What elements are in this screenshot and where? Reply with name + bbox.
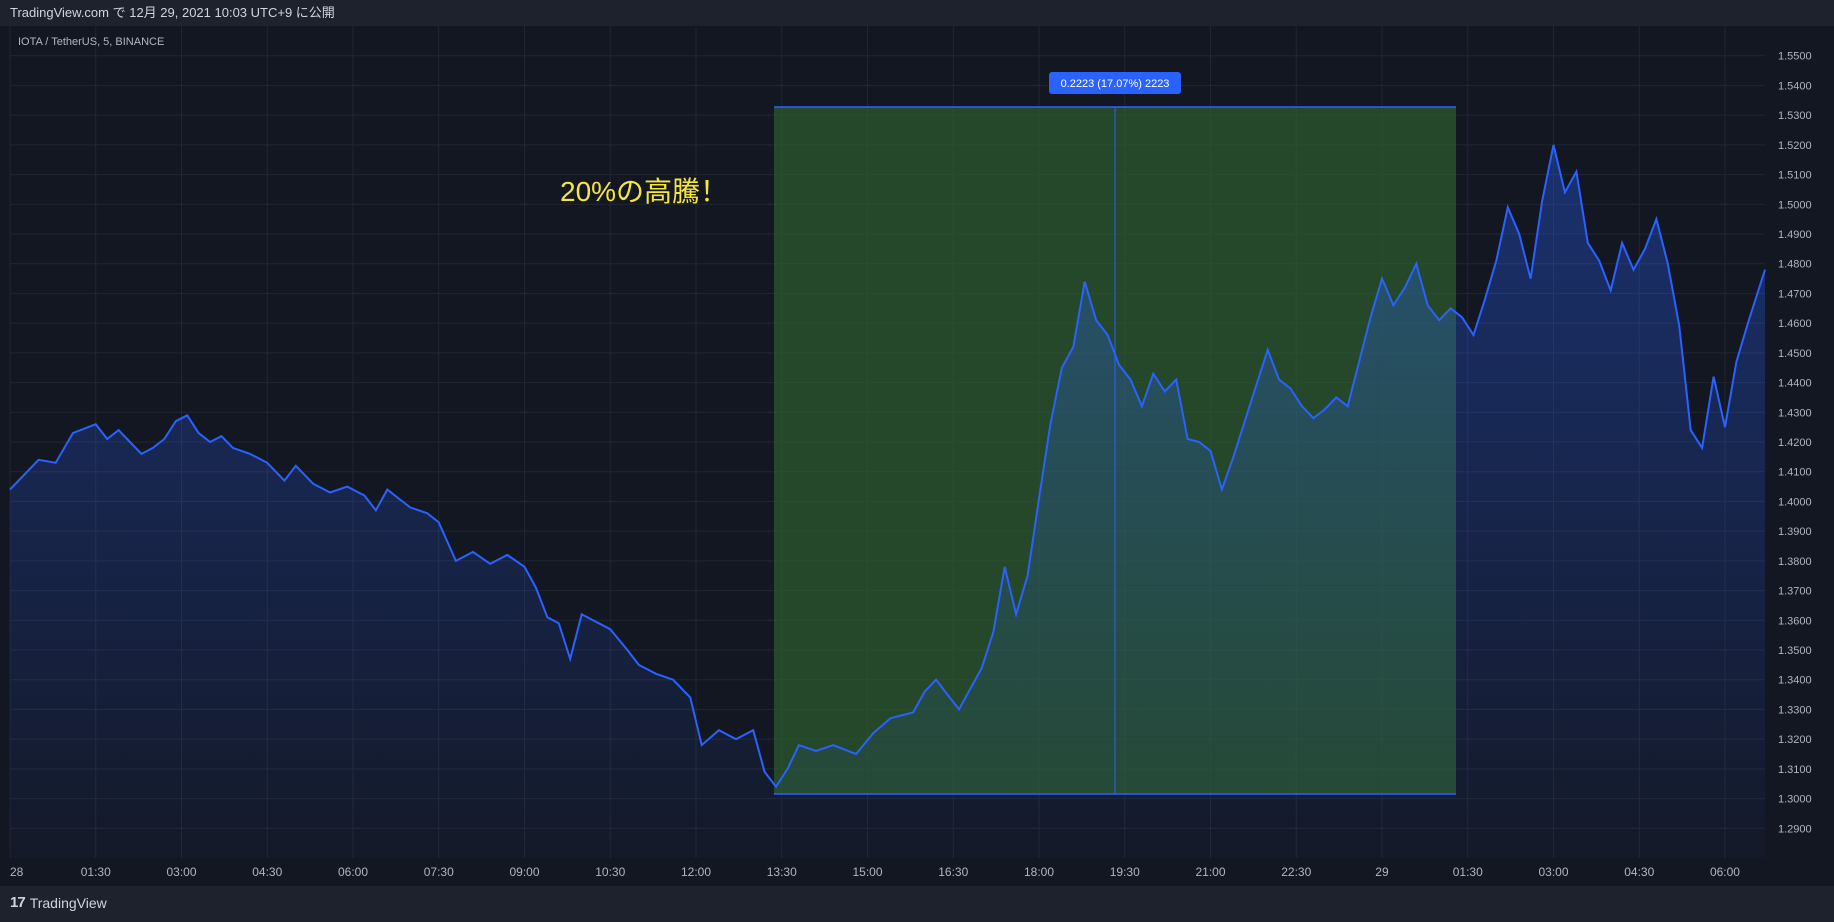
y-tick-label: 1.4800 (1778, 259, 1812, 271)
y-tick-label: 1.3700 (1778, 586, 1812, 598)
x-tick-label: 04:30 (252, 865, 282, 879)
y-tick-label: 1.4500 (1778, 348, 1812, 360)
x-tick-label: 19:30 (1110, 865, 1140, 879)
x-axis: 28 01:30 03:00 04:30 06:00 07:30 09:00 10:30 12:… (10, 865, 1740, 879)
x-tick-label: 12:00 (681, 865, 711, 879)
x-tick-label: 16:30 (938, 865, 968, 879)
measure-label: 0.2223 (17.07%) 2223 (1061, 78, 1170, 90)
y-tick-label: 1.3400 (1778, 675, 1812, 687)
symbol-label: IOTA / TetherUS, 5, BINANCE (18, 36, 164, 48)
y-tick-label: 1.3000 (1778, 794, 1812, 806)
x-tick-label: 13:30 (767, 865, 797, 879)
x-tick-label: 06:00 (338, 865, 368, 879)
footer: 17 TradingView (0, 886, 1834, 922)
x-tick-label: 15:00 (852, 865, 882, 879)
y-tick-label: 1.2900 (1778, 823, 1812, 835)
published-header: TradingView.com で 12月 29, 2021 10:03 UTC… (0, 0, 1834, 26)
x-tick-label: 22:30 (1281, 865, 1311, 879)
price-chart[interactable]: IOTA / TetherUS, 5, BINANCE 0.2223 (17.0… (0, 26, 1834, 886)
annotation-text: 20%の高騰！ (560, 176, 728, 207)
x-tick-label: 29 (1375, 865, 1389, 879)
y-tick-label: 1.4600 (1778, 318, 1812, 330)
y-tick-label: 1.5400 (1778, 80, 1812, 92)
y-tick-label: 1.3600 (1778, 615, 1812, 627)
x-tick-label: 21:00 (1195, 865, 1225, 879)
y-tick-label: 1.3300 (1778, 704, 1812, 716)
measure-badge: 0.2223 (17.07%) 2223 (1049, 72, 1181, 94)
y-tick-label: 1.4400 (1778, 378, 1812, 390)
published-text: TradingView.com で 12月 29, 2021 10:03 UTC… (10, 5, 335, 20)
y-tick-label: 1.3800 (1778, 556, 1812, 568)
x-tick-label: 09:00 (509, 865, 539, 879)
x-tick-label: 28 (10, 865, 24, 879)
y-tick-label: 1.4200 (1778, 437, 1812, 449)
x-tick-label: 01:30 (81, 865, 111, 879)
y-tick-label: 1.5200 (1778, 140, 1812, 152)
x-tick-label: 06:00 (1710, 865, 1740, 879)
y-tick-label: 1.3200 (1778, 734, 1812, 746)
tradingview-logo[interactable]: 17 TradingView (10, 894, 107, 911)
x-tick-label: 01:30 (1453, 865, 1483, 879)
y-tick-label: 1.4900 (1778, 229, 1812, 241)
y-tick-label: 1.5000 (1778, 199, 1812, 211)
x-tick-label: 03:00 (166, 865, 196, 879)
y-tick-label: 1.4700 (1778, 288, 1812, 300)
y-tick-label: 1.4100 (1778, 467, 1812, 479)
x-tick-label: 18:00 (1024, 865, 1054, 879)
y-tick-label: 1.5100 (1778, 170, 1812, 182)
y-tick-label: 1.4000 (1778, 496, 1812, 508)
brand-label: TradingView (29, 894, 107, 911)
y-tick-label: 1.5300 (1778, 110, 1812, 122)
x-tick-label: 10:30 (595, 865, 625, 879)
y-tick-label: 1.3500 (1778, 645, 1812, 657)
y-tick-label: 1.3900 (1778, 526, 1812, 538)
x-tick-label: 03:00 (1538, 865, 1568, 879)
x-tick-label: 04:30 (1624, 865, 1654, 879)
x-tick-label: 07:30 (424, 865, 454, 879)
y-tick-label: 1.3100 (1778, 764, 1812, 776)
y-tick-label: 1.4300 (1778, 407, 1812, 419)
tradingview-mark-icon: 17 (10, 894, 26, 911)
y-tick-label: 1.5500 (1778, 51, 1812, 63)
